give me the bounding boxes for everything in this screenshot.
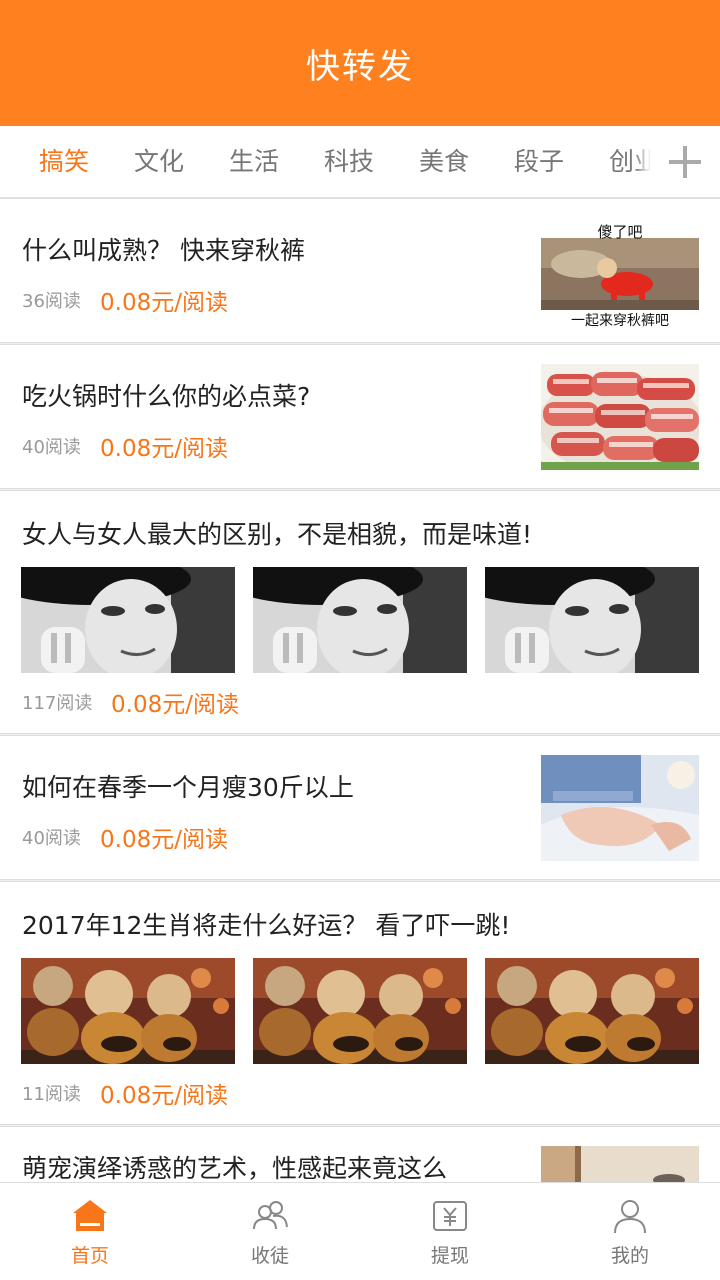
nav-recruit[interactable]: 收徒: [180, 1183, 360, 1280]
article-thumbnail: [541, 364, 699, 470]
yuan-icon: [433, 1201, 467, 1231]
user-icon: [614, 1200, 646, 1234]
app-screen: 快转发 搞笑 文化 生活 科技 美食 段子 创业 什么叫成熟？ 快来穿秋裤 36…: [0, 0, 720, 1280]
article-reads: 117阅读: [22, 693, 93, 714]
tab-life[interactable]: 生活: [229, 126, 279, 197]
article-image: [485, 567, 699, 673]
add-category-button[interactable]: [650, 126, 720, 197]
nav-home[interactable]: 首页: [0, 1183, 180, 1280]
article-image: [485, 958, 699, 1064]
article-thumbnail: [541, 1146, 699, 1182]
article-price: 0.08元/阅读: [111, 692, 239, 718]
article-price: 0.08元/阅读: [100, 1083, 228, 1109]
article-title: 什么叫成熟？ 快来穿秋裤: [22, 236, 305, 265]
users-icon: [253, 1201, 288, 1230]
app-title: 快转发: [306, 46, 414, 87]
tab-jokes[interactable]: 段子: [514, 126, 564, 197]
app-header: 快转发: [0, 0, 720, 126]
article-feed: 什么叫成熟？ 快来穿秋裤 36阅读 0.08元/阅读 傻了吧 一起来穿秋裤吧 吃…: [0, 198, 720, 1182]
article-reads: 40阅读: [22, 437, 81, 458]
thumbnail-caption-bottom: 一起来穿秋裤吧: [571, 313, 669, 328]
nav-profile-label: 我的: [610, 1245, 649, 1267]
tab-food[interactable]: 美食: [419, 126, 469, 197]
nav-recruit-label: 收徒: [250, 1245, 289, 1267]
article-title: 女人与女人最大的区别，不是相貌，而是味道!: [22, 520, 533, 549]
article-card[interactable]: 2017年12生肖将走什么好运？ 看了吓一跳! 11阅读 0.08元/阅读: [0, 881, 720, 1125]
tab-tech[interactable]: 科技: [324, 126, 374, 197]
article-title: 2017年12生肖将走什么好运？ 看了吓一跳!: [22, 911, 511, 940]
article-reads: 11阅读: [22, 1084, 81, 1105]
article-card[interactable]: 什么叫成熟？ 快来穿秋裤 36阅读 0.08元/阅读 傻了吧 一起来穿秋裤吧: [0, 198, 720, 343]
article-reads: 40阅读: [22, 828, 81, 849]
article-card[interactable]: 女人与女人最大的区别，不是相貌，而是味道! 117阅读 0.08元/阅读: [0, 490, 720, 734]
article-title: 吃火锅时什么你的必点菜?: [22, 382, 311, 411]
article-image: [253, 958, 467, 1064]
article-price: 0.08元/阅读: [100, 436, 228, 462]
article-image: [21, 567, 235, 673]
article-thumbnail: [541, 755, 699, 861]
article-title: 萌宠演绎诱惑的艺术，性感起来竟这么: [22, 1154, 448, 1182]
article-price: 0.08元/阅读: [100, 827, 228, 853]
bottom-nav: 首页 收徒 提现 我的: [0, 1182, 720, 1280]
article-image: [21, 958, 235, 1064]
nav-withdraw[interactable]: 提现: [360, 1183, 540, 1280]
article-card[interactable]: 如何在春季一个月瘦30斤以上 40阅读 0.08元/阅读: [0, 735, 720, 880]
plus-icon: [669, 146, 701, 178]
article-thumbnail: 傻了吧 一起来穿秋裤吧: [541, 224, 699, 328]
article-reads: 36阅读: [22, 291, 81, 312]
nav-profile[interactable]: 我的: [540, 1183, 720, 1280]
article-price: 0.08元/阅读: [100, 290, 228, 316]
thumbnail-caption-top: 傻了吧: [597, 224, 642, 241]
tab-funny[interactable]: 搞笑: [39, 126, 89, 197]
article-card[interactable]: 吃火锅时什么你的必点菜? 40阅读 0.08元/阅读: [0, 344, 720, 489]
home-icon: [73, 1200, 107, 1231]
article-image: [253, 567, 467, 673]
tab-culture[interactable]: 文化: [134, 126, 184, 197]
nav-home-label: 首页: [70, 1245, 109, 1267]
category-tabs: 搞笑 文化 生活 科技 美食 段子 创业: [0, 126, 720, 198]
nav-withdraw-label: 提现: [430, 1245, 469, 1267]
article-card[interactable]: 萌宠演绎诱惑的艺术，性感起来竟这么: [0, 1126, 720, 1182]
article-title: 如何在春季一个月瘦30斤以上: [22, 773, 354, 802]
